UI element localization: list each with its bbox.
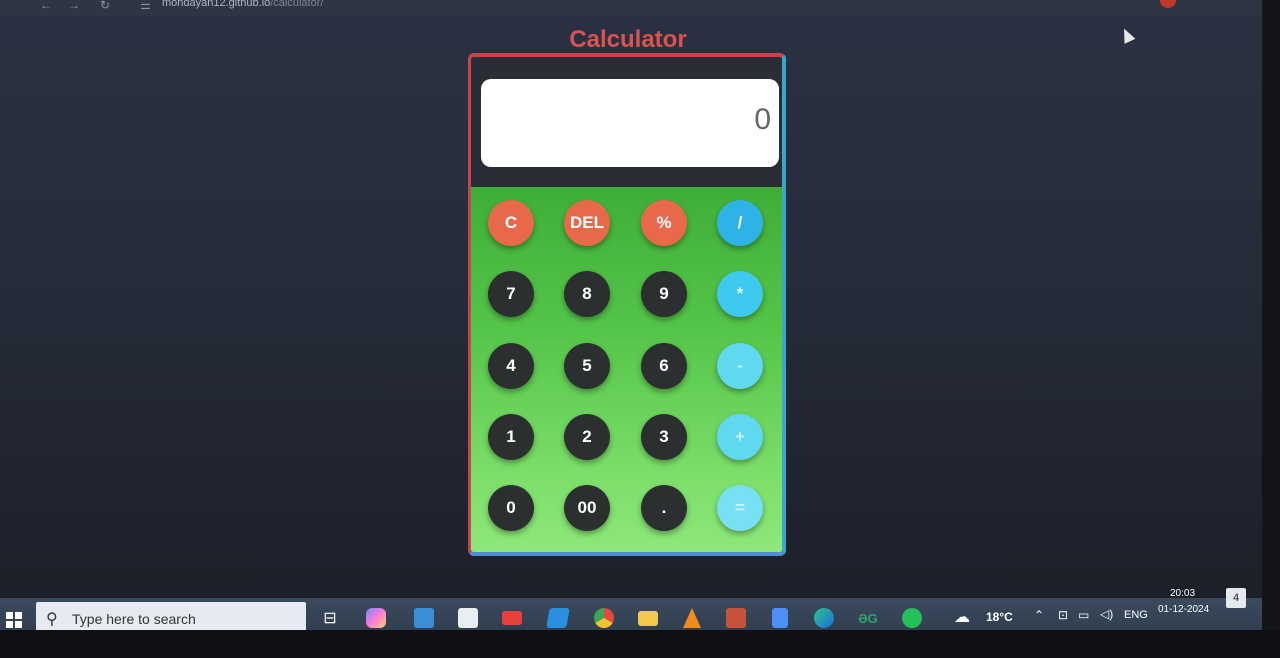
site-info-icon[interactable]: ⚌ — [140, 0, 151, 12]
key-percent-button[interactable]: % — [641, 200, 687, 246]
browser-address-bar: ← → ↻ ⚌ mohdayan12.github.io/calculator/ — [0, 0, 1262, 16]
calculator-display: 0 — [481, 79, 779, 167]
mouse-cursor-icon — [1118, 26, 1136, 44]
gfg-label: ƏG — [858, 610, 878, 626]
search-placeholder: Type here to search — [72, 611, 196, 627]
key-digit-5-button[interactable]: 5 — [564, 343, 610, 389]
key-digit-0-button[interactable]: 0 — [488, 485, 534, 531]
forward-icon[interactable]: → — [68, 0, 80, 12]
language-indicator[interactable]: ENG — [1124, 609, 1148, 621]
weather-temperature[interactable]: 18°C — [986, 610, 1013, 624]
notification-count: 4 — [1232, 592, 1240, 604]
key-equals-button[interactable]: = — [717, 485, 763, 531]
calculator-keypad: C DEL%/7 8 9 * 4 5 6-1 2 3 +0 00. = — [471, 187, 782, 552]
search-icon: ⚲ — [46, 611, 58, 628]
calculator-body: 0 C DEL%/7 8 9 * 4 5 6-1 2 3 +0 00. = — [468, 53, 786, 556]
key-add-button[interactable]: + — [717, 414, 763, 460]
key-decimal-button[interactable]: . — [641, 485, 687, 531]
key-digit-4-button[interactable]: 4 — [488, 343, 534, 389]
battery-icon[interactable]: ▭ — [1078, 608, 1089, 622]
key-digit-1-button[interactable]: 1 — [488, 414, 534, 460]
url-path: /calculator/ — [270, 0, 324, 9]
notification-icon[interactable]: 4 — [1226, 588, 1246, 608]
key-digit-7-button[interactable]: 7 — [488, 271, 534, 317]
tray-app-icon[interactable]: ⊡ — [1058, 608, 1068, 622]
key-subtract-button[interactable]: - — [717, 343, 763, 389]
key-digit-3-button[interactable]: 3 — [641, 414, 687, 460]
clock-date[interactable]: 01-12-2024 — [1158, 604, 1209, 615]
key-delete-button[interactable]: DEL — [564, 200, 610, 246]
key-double-zero-button[interactable]: 00 — [564, 485, 610, 531]
monitor-bezel-bottom — [0, 630, 1280, 658]
clock-time[interactable]: 20:03 — [1170, 588, 1195, 599]
weather-icon[interactable]: ☁ — [954, 607, 970, 627]
key-digit-6-button[interactable]: 6 — [641, 343, 687, 389]
key-digit-2-button[interactable]: 2 — [564, 414, 610, 460]
url-host: mohdayan12.github.io — [162, 0, 271, 9]
monitor-screen: ← → ↻ ⚌ mohdayan12.github.io/calculator/… — [0, 0, 1262, 638]
key-clear-button[interactable]: C — [488, 200, 534, 246]
monitor-bezel-right — [1262, 0, 1280, 658]
key-multiply-button[interactable]: * — [717, 271, 763, 317]
volume-icon[interactable]: ◁) — [1100, 607, 1113, 621]
reload-icon[interactable]: ↻ — [100, 0, 110, 12]
url-text[interactable]: mohdayan12.github.io/calculator/ — [162, 0, 323, 9]
calculator-title: Calculator — [569, 26, 687, 53]
display-value: 0 — [754, 103, 771, 136]
key-digit-8-button[interactable]: 8 — [564, 271, 610, 317]
key-divide-button[interactable]: / — [717, 200, 763, 246]
tray-overflow-icon[interactable]: ⌃ — [1034, 608, 1044, 622]
window-close-button[interactable] — [1160, 0, 1176, 8]
windows-start-icon[interactable] — [6, 612, 22, 628]
key-digit-9-button[interactable]: 9 — [641, 271, 687, 317]
back-icon[interactable]: ← — [40, 0, 52, 12]
